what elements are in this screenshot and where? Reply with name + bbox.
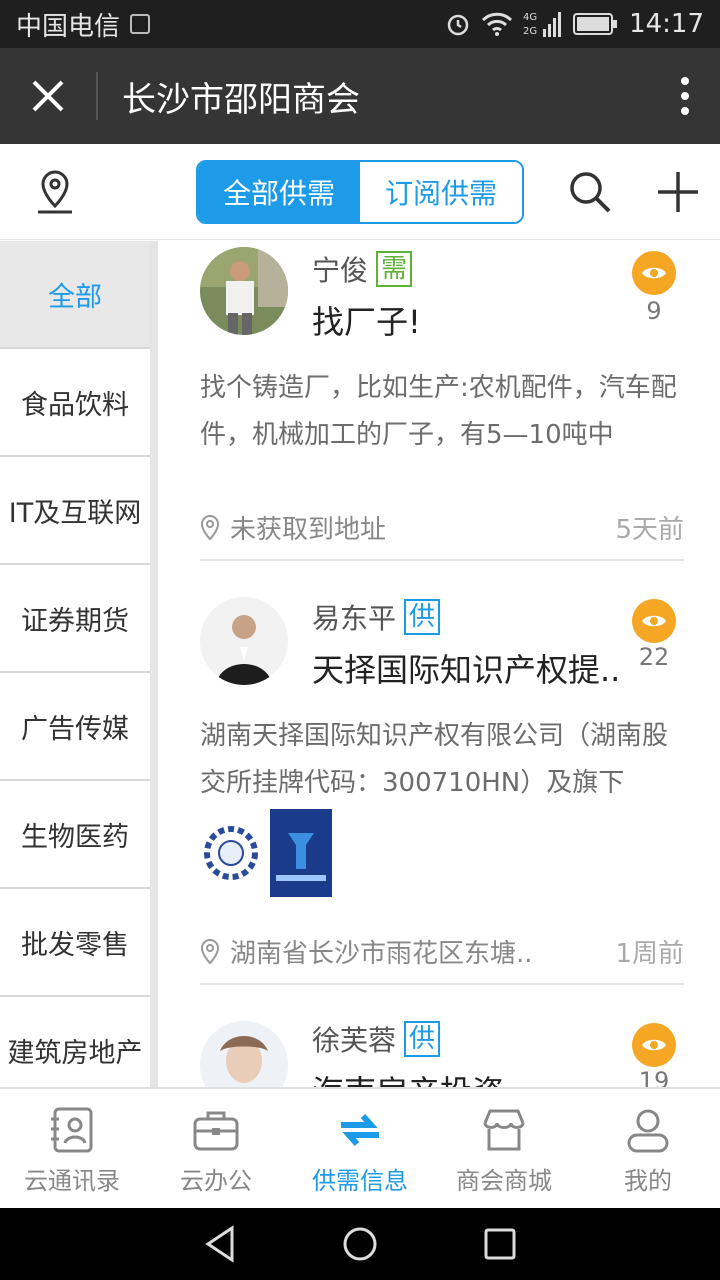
supply-badge: 供 xyxy=(404,1021,441,1057)
tab-label: 供需信息 xyxy=(312,1167,408,1195)
post-location: 未获取到地址 xyxy=(230,515,387,545)
view-count: 22 xyxy=(638,643,670,671)
tab-supply-demand[interactable]: 供需信息 xyxy=(288,1089,432,1208)
post-feed: 宁俊 需 找厂子! 9 找个铸造厂，比如生产:农机配件，汽车配件，机械加工的厂子… xyxy=(166,241,720,1087)
view-count: 9 xyxy=(646,297,662,325)
contacts-icon xyxy=(51,1107,93,1153)
post-description: 湖南天择国际知识产权有限公司（湖南股交所挂牌代码：300710HN）及旗下 xyxy=(200,721,669,798)
close-button[interactable] xyxy=(0,48,96,144)
sidebar-item-construction-realestate[interactable]: 建筑房地产 xyxy=(0,997,150,1087)
svg-text:4G: 4G xyxy=(523,12,537,23)
tab-label: 云通讯录 xyxy=(24,1167,120,1195)
list-item[interactable]: 易东平 供 天择国际知识产权提.. 22 湖南天择国际知识产权有限公司（湖南股交… xyxy=(200,593,684,985)
view-count: 19 xyxy=(638,1067,670,1087)
category-sidebar: 全部 食品饮料 IT及互联网 证券期货 广告传媒 生物医药 批发零售 建筑房地产 xyxy=(0,241,158,1087)
more-menu-button[interactable] xyxy=(650,48,720,144)
tab-label: 我的 xyxy=(624,1167,672,1195)
supply-badge: 供 xyxy=(404,599,441,635)
exchange-arrows-icon xyxy=(341,1114,379,1146)
view-count-badge xyxy=(632,251,676,295)
avatar[interactable] xyxy=(200,247,288,335)
clock: 14:17 xyxy=(629,9,704,39)
avatar[interactable] xyxy=(200,597,288,685)
more-vertical-icon xyxy=(681,77,689,115)
user-icon xyxy=(627,1109,669,1153)
search-icon xyxy=(570,172,611,213)
bottom-tab-bar: 云通讯录 云办公 供需信息 商会商城 我的 xyxy=(0,1087,720,1208)
tab-office[interactable]: 云办公 xyxy=(144,1089,288,1208)
avatar-image xyxy=(200,597,288,685)
location-button[interactable] xyxy=(30,168,80,218)
eye-icon xyxy=(642,267,666,279)
sidebar-item-food-beverage[interactable]: 食品饮料 xyxy=(0,349,150,457)
tab-subscribed-supply-demand[interactable]: 订阅供需 xyxy=(360,162,522,222)
post-time: 5天前 xyxy=(615,515,684,545)
store-icon xyxy=(483,1109,525,1151)
post-time: 1周前 xyxy=(615,939,684,969)
list-item[interactable]: 徐芙蓉 供 海南房产投资 19 xyxy=(200,1017,684,1087)
filter-toolbar: 全部供需 订阅供需 xyxy=(0,144,720,240)
home-icon[interactable] xyxy=(340,1224,380,1264)
close-icon xyxy=(32,80,64,112)
sidebar-item-it-internet[interactable]: IT及互联网 xyxy=(0,457,150,565)
avatar[interactable] xyxy=(200,1021,288,1087)
signal-icon: 4G2G xyxy=(523,12,562,37)
view-count-badge xyxy=(632,1023,676,1067)
tab-label: 商会商城 xyxy=(456,1167,552,1195)
sidebar-item-advertising-media[interactable]: 广告传媒 xyxy=(0,673,150,781)
add-button[interactable] xyxy=(654,168,702,216)
eye-icon xyxy=(642,1039,666,1051)
view-count-badge xyxy=(632,599,676,643)
svg-text:2G: 2G xyxy=(523,26,537,37)
briefcase-icon xyxy=(193,1111,239,1151)
avatar-image xyxy=(200,1021,288,1087)
post-location: 湖南省长沙市雨花区东塘.. xyxy=(230,939,533,969)
tab-contacts[interactable]: 云通讯录 xyxy=(0,1089,144,1208)
app-header: 长沙市邵阳商会 xyxy=(0,48,720,144)
location-icon xyxy=(200,938,220,964)
header-divider xyxy=(96,72,98,120)
eye-icon xyxy=(642,615,666,627)
sidebar-item-wholesale-retail[interactable]: 批发零售 xyxy=(0,889,150,997)
page-title: 长沙市邵阳商会 xyxy=(122,79,360,120)
demand-badge: 需 xyxy=(376,251,413,287)
carrier-label: 中国电信 xyxy=(16,11,121,42)
supply-demand-segment: 全部供需 订阅供需 xyxy=(196,160,524,224)
wifi-icon xyxy=(482,12,513,36)
system-navigation-bar xyxy=(0,1208,720,1280)
post-title: 海南房产投资 xyxy=(312,1067,642,1087)
location-pin-icon xyxy=(38,170,72,214)
list-item[interactable]: 宁俊 需 找厂子! 9 找个铸造厂，比如生产:农机配件，汽车配件，机械加工的厂子… xyxy=(200,241,684,561)
image-notification-icon xyxy=(130,14,151,34)
tab-mall[interactable]: 商会商城 xyxy=(432,1089,576,1208)
post-title: 天择国际知识产权提.. xyxy=(312,651,621,689)
alarm-icon xyxy=(447,14,469,36)
divider xyxy=(200,983,684,985)
attachment-image[interactable] xyxy=(200,809,262,897)
search-button[interactable] xyxy=(566,168,614,216)
author-name: 徐芙蓉 xyxy=(312,1024,397,1057)
tab-all-supply-demand[interactable]: 全部供需 xyxy=(198,162,360,222)
post-title: 找厂子! xyxy=(312,303,421,341)
attachment-image[interactable] xyxy=(270,809,332,897)
tab-me[interactable]: 我的 xyxy=(576,1089,720,1208)
sidebar-item-securities-futures[interactable]: 证券期货 xyxy=(0,565,150,673)
battery-icon xyxy=(573,13,618,35)
recents-icon[interactable] xyxy=(480,1224,520,1264)
sidebar-item-all[interactable]: 全部 xyxy=(0,241,150,349)
sidebar-item-biomedicine[interactable]: 生物医药 xyxy=(0,781,150,889)
location-icon xyxy=(200,514,220,540)
divider xyxy=(200,559,684,561)
author-name: 宁俊 xyxy=(312,254,369,287)
plus-icon xyxy=(658,172,698,212)
status-bar: 中国电信 4G 2G 14:17 xyxy=(0,0,720,48)
avatar-image xyxy=(200,247,288,335)
back-icon[interactable] xyxy=(200,1224,240,1264)
tab-label: 云办公 xyxy=(180,1167,252,1195)
author-name: 易东平 xyxy=(312,602,397,635)
post-description: 找个铸造厂，比如生产:农机配件，汽车配件，机械加工的厂子，有5—10吨中 xyxy=(200,373,677,450)
